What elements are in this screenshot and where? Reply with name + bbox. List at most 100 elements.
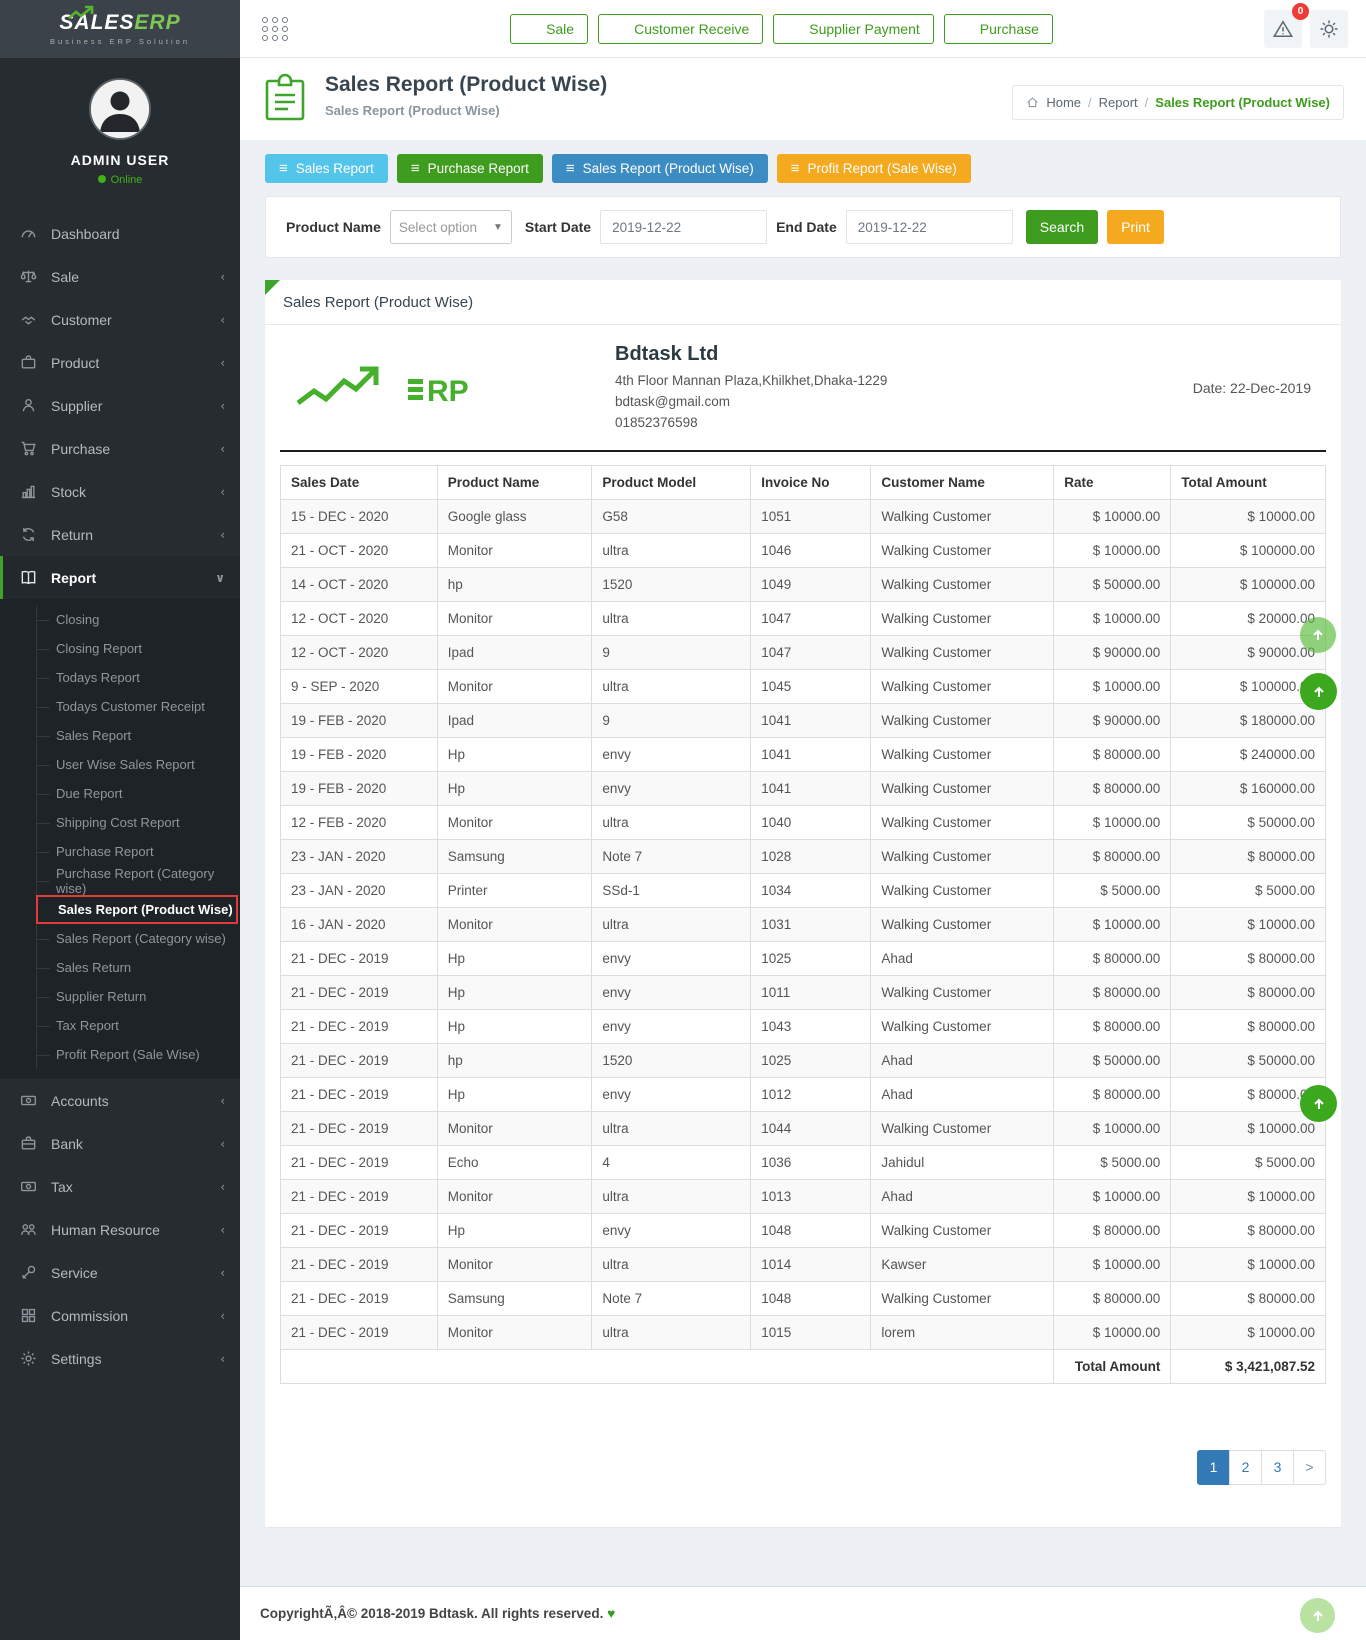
end-date-input[interactable] xyxy=(846,210,1013,244)
table-row: 21 - DEC - 2019SamsungNote 71048Walking … xyxy=(281,1281,1326,1315)
sidebar-item-customer[interactable]: Customer‹ xyxy=(0,298,240,341)
start-date-input[interactable] xyxy=(600,210,767,244)
settings-button[interactable] xyxy=(1310,10,1348,48)
scroll-top-button[interactable] xyxy=(1300,617,1336,653)
table-row: 19 - FEB - 2020Hpenvy1041Walking Custome… xyxy=(281,737,1326,771)
print-button[interactable]: Print xyxy=(1107,210,1164,244)
submenu-item-supplier-return[interactable]: Supplier Return xyxy=(0,982,240,1011)
sidebar-item-purchase[interactable]: Purchase‹ xyxy=(0,427,240,470)
sidebar-item-stock[interactable]: Stock‹ xyxy=(0,470,240,513)
content: ≡Sales Report≡Purchase Report≡Sales Repo… xyxy=(240,140,1366,1556)
human-resource-icon xyxy=(20,1221,37,1238)
apps-grid-icon[interactable] xyxy=(262,17,289,41)
sidebar-item-settings[interactable]: Settings‹ xyxy=(0,1337,240,1380)
panel-title: Sales Report (Product Wise) xyxy=(265,280,1341,325)
company-logo: RP xyxy=(290,357,590,420)
table-row: 12 - FEB - 2020Monitorultra1040Walking C… xyxy=(281,805,1326,839)
table-row: 12 - OCT - 2020Ipad91047Walking Customer… xyxy=(281,635,1326,669)
chevron-left-icon: ‹ xyxy=(220,1137,225,1151)
submenu-item-todays-customer-receipt[interactable]: Todays Customer Receipt xyxy=(0,692,240,721)
pagination-page-2[interactable]: 2 xyxy=(1229,1450,1262,1485)
submenu-item-sales-report-product-wise-[interactable]: Sales Report (Product Wise) xyxy=(36,895,238,924)
total-amount-label: Total Amount xyxy=(1054,1349,1171,1383)
alerts-button[interactable]: 0 xyxy=(1264,10,1302,48)
product-select[interactable]: Select option▼ xyxy=(390,210,512,244)
sidebar-item-human-resource[interactable]: Human Resource‹ xyxy=(0,1208,240,1251)
gear-icon xyxy=(1319,19,1339,39)
supplier-payment-button[interactable]: Supplier Payment xyxy=(773,14,934,44)
submenu-item-closing-report[interactable]: Closing Report xyxy=(0,634,240,663)
chevron-left-icon: ‹ xyxy=(220,356,225,370)
service-icon xyxy=(20,1264,37,1281)
purchase-button[interactable]: Purchase xyxy=(944,14,1053,44)
submenu-item-shipping-cost-report[interactable]: Shipping Cost Report xyxy=(0,808,240,837)
column-header-product-name: Product Name xyxy=(437,465,592,499)
customer-icon xyxy=(20,311,37,328)
table-row: 21 - DEC - 2019Hpenvy1012Ahad$ 80000.00$… xyxy=(281,1077,1326,1111)
submenu-item-profit-report-sale-wise-[interactable]: Profit Report (Sale Wise) xyxy=(0,1040,240,1069)
submenu-item-closing[interactable]: Closing xyxy=(0,605,240,634)
scroll-top-button[interactable] xyxy=(1300,1598,1335,1633)
submenu-item-sales-report[interactable]: Sales Report xyxy=(0,721,240,750)
table-row: 21 - DEC - 2019Monitorultra1014Kawser$ 1… xyxy=(281,1247,1326,1281)
scroll-top-button[interactable] xyxy=(1300,673,1337,710)
sidebar-item-accounts[interactable]: Accounts‹ xyxy=(0,1079,240,1122)
sidebar-item-report[interactable]: Report∨ xyxy=(0,556,240,599)
submenu-item-user-wise-sales-report[interactable]: User Wise Sales Report xyxy=(0,750,240,779)
sidebar-item-product[interactable]: Product‹ xyxy=(0,341,240,384)
pagination-page-1[interactable]: 1 xyxy=(1197,1450,1230,1485)
start-date-label: Start Date xyxy=(525,219,591,235)
table-row: 21 - DEC - 2019Monitorultra1044Walking C… xyxy=(281,1111,1326,1145)
breadcrumb-current: Sales Report (Product Wise) xyxy=(1155,95,1330,110)
tab-sales-report[interactable]: ≡Sales Report xyxy=(265,154,388,183)
submenu-item-sales-report-category-wise-[interactable]: Sales Report (Category wise) xyxy=(0,924,240,953)
submenu-item-purchase-report-category-wise-[interactable]: Purchase Report (Category wise) xyxy=(0,866,240,895)
scroll-top-button[interactable] xyxy=(1300,1085,1337,1122)
sidebar-item-commission[interactable]: Commission‹ xyxy=(0,1294,240,1337)
table-row: 21 - OCT - 2020Monitorultra1046Walking C… xyxy=(281,533,1326,567)
sidebar-item-sale[interactable]: Sale‹ xyxy=(0,255,240,298)
customer-receive-button[interactable]: Customer Receive xyxy=(598,14,763,44)
accounts-icon xyxy=(20,1092,37,1109)
report-table-wrap: Sales DateProduct NameProduct ModelInvoi… xyxy=(265,452,1341,1384)
sidebar-item-bank[interactable]: Bank‹ xyxy=(0,1122,240,1165)
sale-button[interactable]: Sale xyxy=(510,14,588,44)
brand-name-secondary: ERP xyxy=(134,11,180,34)
report-table: Sales DateProduct NameProduct ModelInvoi… xyxy=(280,465,1326,1384)
submenu-item-sales-return[interactable]: Sales Return xyxy=(0,953,240,982)
search-button[interactable]: Search xyxy=(1026,210,1098,244)
tab-purchase-report[interactable]: ≡Purchase Report xyxy=(397,154,543,183)
company-name: Bdtask Ltd xyxy=(615,343,1193,366)
pagination-next[interactable]: > xyxy=(1293,1450,1326,1485)
list-icon: ≡ xyxy=(791,161,800,176)
breadcrumb-report[interactable]: Report xyxy=(1099,95,1138,110)
company-address: 4th Floor Mannan Plaza,Khilkhet,Dhaka-12… xyxy=(615,371,1193,392)
column-header-customer-name: Customer Name xyxy=(871,465,1054,499)
table-row: 21 - DEC - 2019Monitorultra1015lorem$ 10… xyxy=(281,1315,1326,1349)
chevron-down-icon: ∨ xyxy=(215,571,225,585)
submenu-item-tax-report[interactable]: Tax Report xyxy=(0,1011,240,1040)
app-window: SALESERP Business ERP Solution ADMIN USE… xyxy=(0,0,1366,1640)
notification-badge: 0 xyxy=(1292,3,1309,20)
sidebar-item-service[interactable]: Service‹ xyxy=(0,1251,240,1294)
sidebar-item-supplier[interactable]: Supplier‹ xyxy=(0,384,240,427)
sidebar-menu: DashboardSale‹Customer‹Product‹Supplier‹… xyxy=(0,212,240,1380)
submenu-item-todays-report[interactable]: Todays Report xyxy=(0,663,240,692)
heart-icon: ♥ xyxy=(607,1606,615,1621)
content-header: Sales Report (Product Wise) Sales Report… xyxy=(240,58,1366,140)
breadcrumb-home[interactable]: Home xyxy=(1046,95,1081,110)
pagination-page-3[interactable]: 3 xyxy=(1261,1450,1294,1485)
list-icon: ≡ xyxy=(566,161,575,176)
sidebar-item-return[interactable]: Return‹ xyxy=(0,513,240,556)
company-phone: 01852376598 xyxy=(615,413,1193,434)
tab-sales-report-product-wise-[interactable]: ≡Sales Report (Product Wise) xyxy=(552,154,768,183)
submenu-item-purchase-report[interactable]: Purchase Report xyxy=(0,837,240,866)
submenu-item-due-report[interactable]: Due Report xyxy=(0,779,240,808)
sidebar-item-dashboard[interactable]: Dashboard xyxy=(0,212,240,255)
chevron-left-icon: ‹ xyxy=(220,1094,225,1108)
tab-profit-report-sale-wise-[interactable]: ≡Profit Report (Sale Wise) xyxy=(777,154,971,183)
sidebar-item-tax[interactable]: Tax‹ xyxy=(0,1165,240,1208)
quick-actions: Sale Customer Receive Supplier Payment Purc… xyxy=(510,14,1053,44)
report-date: Date: 22-Dec-2019 xyxy=(1193,380,1326,396)
money-icon xyxy=(787,21,802,36)
